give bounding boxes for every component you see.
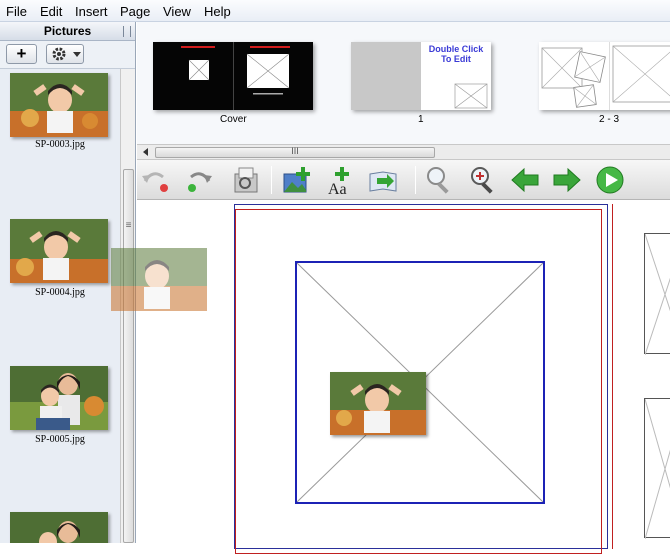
page-strip: Cover Double Click To Edit 1 2 - 3 — [137, 22, 670, 144]
menu-view[interactable]: View — [163, 4, 191, 19]
drag-ghost-picture — [111, 248, 207, 311]
zoom-in-icon[interactable] — [467, 164, 499, 196]
panel-grip-icon[interactable] — [123, 26, 131, 37]
page-thumbnail-2-3[interactable] — [539, 42, 670, 110]
page-thumbnail-cover[interactable] — [153, 42, 313, 110]
scroll-grip-icon: III — [291, 146, 299, 156]
right-page-frame-top[interactable] — [644, 233, 670, 355]
page-thumbnail-1[interactable]: Double Click To Edit — [351, 42, 491, 110]
scrollbar-thumb[interactable]: III — [155, 146, 435, 158]
page-label-cover: Cover — [220, 114, 247, 125]
add-picture-icon[interactable] — [281, 164, 313, 196]
export-icon[interactable] — [367, 164, 399, 196]
picture-filename: SP-0004.jpg — [35, 287, 85, 298]
picture-thumbnail[interactable] — [10, 219, 108, 283]
page-label-1: 1 — [418, 114, 424, 125]
undo-icon[interactable] — [139, 164, 171, 196]
editor-toolbar: Aa — [137, 160, 670, 200]
picture-list: SP-0003.jpg SP-0004.jpg SP-0005.jpg — [0, 69, 120, 543]
picture-thumbnail[interactable] — [10, 512, 108, 543]
redo-icon[interactable] — [183, 164, 215, 196]
picture-thumbnail[interactable] — [10, 366, 108, 430]
toolbar-separator — [415, 166, 416, 194]
page-label-2-3: 2 - 3 — [599, 114, 620, 125]
scroll-left-icon[interactable] — [141, 147, 151, 157]
picture-thumbnail[interactable] — [10, 73, 108, 137]
menu-file[interactable]: File — [6, 4, 27, 19]
next-page-icon[interactable] — [551, 164, 583, 196]
page-strip-scrollbar[interactable]: III — [137, 144, 670, 160]
plus-icon: + — [16, 44, 27, 63]
menu-edit[interactable]: Edit — [40, 4, 62, 19]
right-page[interactable] — [612, 204, 670, 549]
pictures-panel-header: Pictures — [0, 22, 135, 41]
gear-icon — [52, 47, 66, 61]
scrollbar-thumb[interactable]: ≡ — [123, 169, 134, 543]
zoom-out-icon[interactable] — [423, 164, 455, 196]
add-picture-button[interactable]: + — [6, 44, 37, 64]
settings-menu-button[interactable] — [46, 44, 84, 64]
menu-help[interactable]: Help — [204, 4, 231, 19]
previous-page-icon[interactable] — [509, 164, 541, 196]
print-preview-icon[interactable] — [229, 164, 261, 196]
chevron-down-icon — [73, 52, 81, 57]
picture-filename: SP-0005.jpg — [35, 434, 85, 445]
menu-bar: File Edit Insert Page View Help — [0, 0, 670, 22]
add-text-icon[interactable]: Aa — [325, 164, 357, 196]
pictures-panel-title: Pictures — [43, 24, 92, 38]
toolbar-separator — [271, 166, 272, 194]
play-icon[interactable] — [594, 164, 626, 196]
pictures-toolbar: + — [0, 41, 135, 69]
picture-filename: SP-0003.jpg — [35, 139, 85, 150]
svg-text:Aa: Aa — [328, 181, 347, 196]
dropped-picture[interactable] — [330, 372, 426, 435]
menu-insert[interactable]: Insert — [75, 4, 108, 19]
right-page-frame-bottom[interactable] — [644, 398, 670, 539]
scroll-grip-icon: ≡ — [125, 220, 132, 231]
menu-page[interactable]: Page — [120, 4, 150, 19]
